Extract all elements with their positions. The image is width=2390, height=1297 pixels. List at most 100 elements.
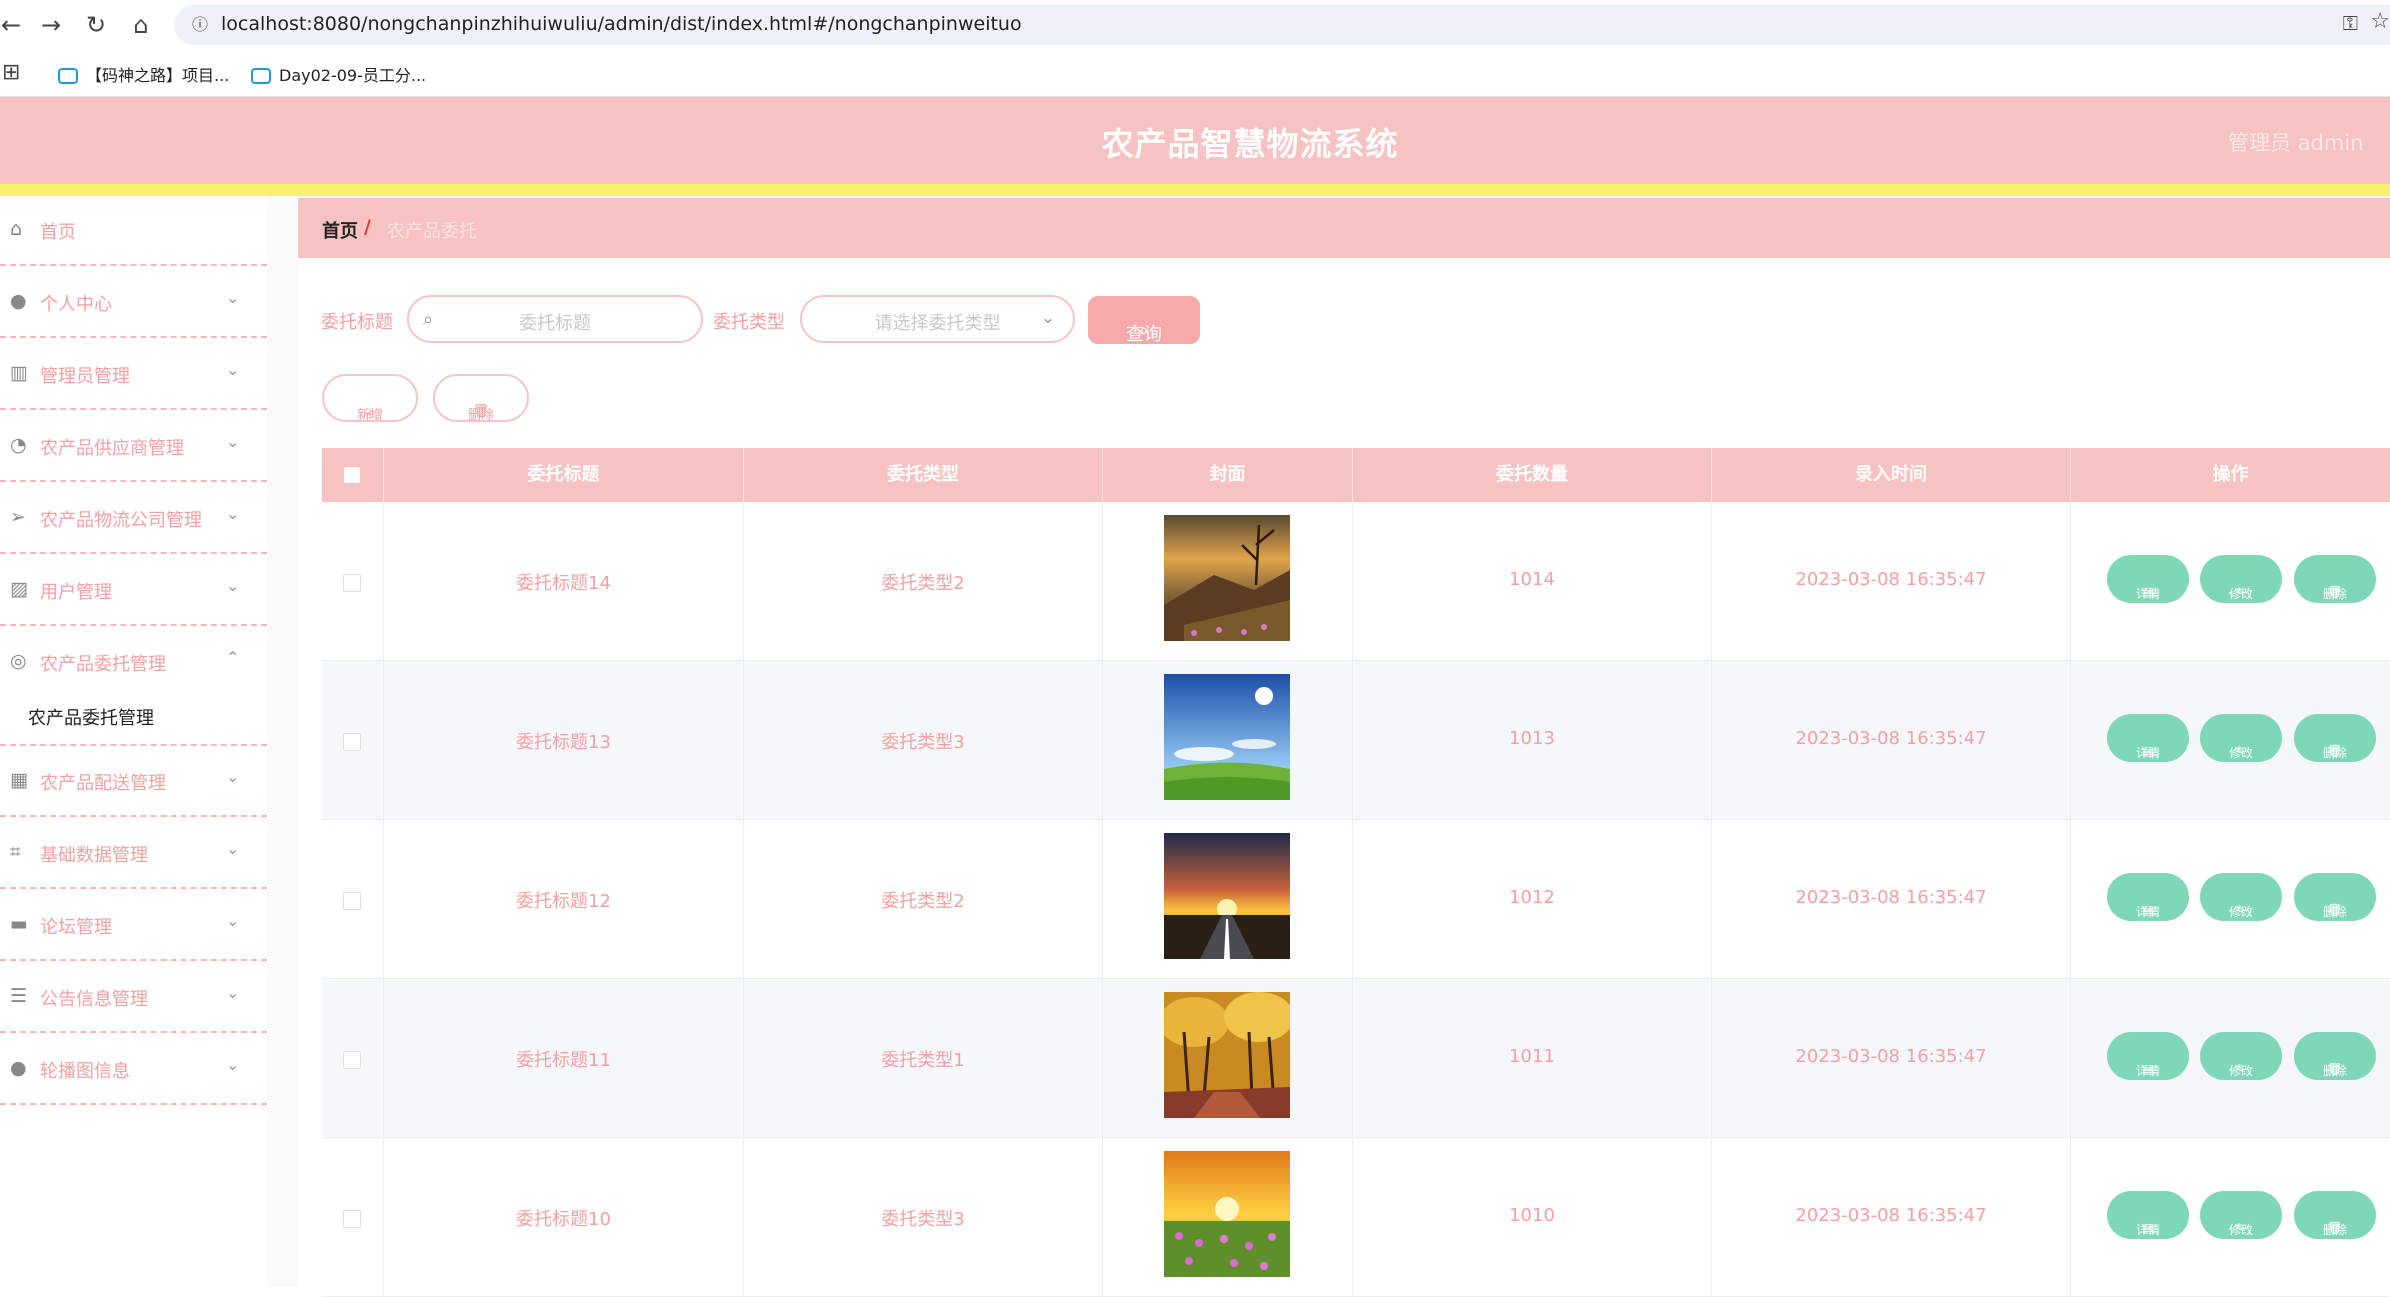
sidebar-item-home[interactable]: ⌂ 首页: [0, 196, 267, 266]
cell-type: 委托类型2: [881, 573, 965, 594]
cell-type: 委托类型1: [881, 1050, 965, 1071]
add-button[interactable]: ＋ 新增: [322, 374, 418, 423]
detail-button[interactable]: ▤ 详情: [2107, 714, 2189, 762]
cell-type: 委托类型3: [881, 1209, 965, 1230]
sidebar-item-base-data[interactable]: ⌗ 基础数据管理 ⌄: [0, 819, 267, 889]
edit-button[interactable]: ✎ 修改: [2200, 1191, 2282, 1239]
row-checkbox[interactable]: [343, 1210, 361, 1228]
column-header[interactable]: 封面: [1103, 448, 1353, 502]
delete-button[interactable]: 🗑 删除: [2294, 873, 2376, 921]
home-icon: ⌂: [10, 218, 23, 240]
cover-thumbnail[interactable]: [1164, 992, 1290, 1118]
type-search-label: 委托类型: [713, 312, 785, 333]
cell-title: 委托标题13: [516, 732, 611, 753]
detail-button[interactable]: ▤ 详情: [2107, 555, 2189, 603]
sidebar-item-forum[interactable]: ▬ 论坛管理 ⌄: [0, 891, 267, 961]
chevron-down-icon: ⌄: [1040, 308, 1055, 328]
bookmark-item[interactable]: Day02-09-员工分...: [251, 62, 426, 86]
cell-title: 委托标题12: [516, 891, 611, 912]
sidebar-menu: ⌂ 首页 ● 个人中心 ⌄ ▥ 管理员管理 ⌄ ◔ 农产品供应商管理 ⌄ ➢ 农…: [0, 196, 267, 1287]
password-key-icon[interactable]: ⚿: [2343, 11, 2358, 35]
row-checkbox[interactable]: [343, 574, 361, 592]
cell-quantity: 1014: [1509, 569, 1555, 590]
column-header[interactable]: 委托标题: [384, 448, 744, 502]
type-select[interactable]: 请选择委托类型 ⌄: [800, 295, 1075, 343]
select-all-checkbox[interactable]: [344, 467, 360, 483]
column-header[interactable]: 委托数量: [1353, 448, 1712, 502]
cell-title: 委托标题11: [516, 1050, 611, 1071]
chart-icon: ▨: [10, 578, 28, 600]
cell-type: 委托类型3: [881, 732, 965, 753]
sidebar-item-logistics-company[interactable]: ➢ 农产品物流公司管理 ⌄: [0, 484, 267, 554]
submenu-entrust-manage[interactable]: 农产品委托管理: [0, 688, 267, 746]
edit-button[interactable]: ✎ 修改: [2200, 714, 2282, 762]
column-header: 操作: [2212, 464, 2249, 485]
chevron-down-icon: ⌄: [226, 839, 240, 858]
table-row: 委托标题14 委托类型2 1014 2023-03-08 16:35:47 ▤: [322, 502, 2390, 661]
delete-button[interactable]: 🗑 删除: [2294, 555, 2376, 603]
column-header[interactable]: 委托类型: [744, 448, 1103, 502]
edit-button[interactable]: ✎ 修改: [2200, 555, 2282, 603]
chevron-down-icon: ⌄: [226, 504, 240, 523]
sidebar-item-admin[interactable]: ▥ 管理员管理 ⌄: [0, 340, 267, 410]
query-button[interactable]: 查询 ⌕: [1088, 296, 1200, 345]
back-icon[interactable]: ←: [0, 8, 28, 42]
bookmark-item[interactable]: 【码神之路】项目...: [58, 62, 229, 86]
apps-grid-icon[interactable]: ⊞: [2, 60, 20, 85]
chevron-down-icon: ⌄: [226, 576, 240, 595]
sidebar-item-notice[interactable]: ☰ 公告信息管理 ⌄: [0, 963, 267, 1033]
select-all-cell: [322, 448, 384, 502]
breadcrumb-home[interactable]: 首页: [322, 217, 358, 243]
table-header: 委托标题 委托类型 封面 委托数量 录入时间 操作: [322, 448, 2390, 502]
cover-thumbnail[interactable]: [1164, 515, 1290, 641]
cover-thumbnail[interactable]: [1164, 1151, 1290, 1277]
detail-button[interactable]: ▤ 详情: [2107, 873, 2189, 921]
url-text[interactable]: localhost:8080/nongchanpinzhihuiwuliu/ad…: [221, 13, 1022, 35]
chevron-down-icon: ⌄: [226, 1055, 240, 1074]
reload-icon[interactable]: ↻: [79, 8, 113, 42]
grid-icon: ▦: [10, 769, 28, 791]
sliders-icon: ☰: [10, 985, 28, 1007]
chevron-down-icon: ⌄: [226, 360, 240, 379]
accent-strip: [0, 184, 2390, 196]
app-header: 农产品智慧物流系统 管理员 admin: [0, 97, 2390, 184]
delete-button[interactable]: 🗑 删除: [2294, 1191, 2376, 1239]
title-search-label: 委托标题: [321, 312, 393, 333]
detail-button[interactable]: ▤ 详情: [2107, 1191, 2189, 1239]
bookmark-star-icon[interactable]: ☆: [2370, 9, 2390, 34]
search-icon: ⌕: [1138, 320, 1150, 341]
sidebar-item-users[interactable]: ▨ 用户管理 ⌄: [0, 556, 267, 626]
user-info[interactable]: 管理员 admin: [2228, 127, 2363, 157]
row-checkbox[interactable]: [343, 892, 361, 910]
cover-thumbnail[interactable]: [1164, 833, 1290, 959]
bilibili-icon: [58, 68, 78, 84]
chevron-down-icon: ⌄: [226, 767, 240, 786]
breadcrumb-separator: /: [364, 216, 371, 238]
bookmarks-bar: ⊞ 【码神之路】项目... Day02-09-员工分...: [0, 50, 2390, 97]
table-row: 委托标题10 委托类型3 1010 2023-03-08 16:35:47 ▤ …: [322, 1138, 2390, 1297]
cell-title: 委托标题10: [516, 1209, 611, 1230]
sidebar-item-personal-center[interactable]: ● 个人中心 ⌄: [0, 268, 267, 338]
sidebar-item-supplier[interactable]: ◔ 农产品供应商管理 ⌄: [0, 412, 267, 482]
url-field[interactable]: ⓘ localhost:8080/nongchanpinzhihuiwuliu/…: [174, 5, 2390, 45]
row-checkbox[interactable]: [343, 1051, 361, 1069]
delete-button[interactable]: 🗑 删除: [2294, 1032, 2376, 1080]
delete-button[interactable]: 🗑 删除: [2294, 714, 2376, 762]
batch-delete-button[interactable]: 🗑 删除: [433, 374, 529, 423]
column-header[interactable]: 录入时间: [1712, 448, 2071, 502]
forward-icon[interactable]: →: [34, 8, 68, 42]
chevron-down-icon: ⌄: [226, 983, 240, 1002]
sidebar-item-carousel[interactable]: ● 轮播图信息 ⌄: [0, 1035, 267, 1105]
cell-title: 委托标题14: [516, 573, 611, 594]
cover-thumbnail[interactable]: [1164, 674, 1290, 800]
briefcase-icon: ▬: [10, 913, 28, 935]
edit-button[interactable]: ✎ 修改: [2200, 873, 2282, 921]
home-browser-icon[interactable]: ⌂: [124, 8, 158, 42]
title-search-input[interactable]: ⌕ 委托标题: [407, 295, 703, 343]
cell-time: 2023-03-08 16:35:47: [1795, 1205, 1987, 1226]
detail-button[interactable]: ▤ 详情: [2107, 1032, 2189, 1080]
row-checkbox[interactable]: [343, 733, 361, 751]
sidebar-item-delivery[interactable]: ▦ 农产品配送管理 ⌄: [0, 747, 267, 817]
site-info-icon[interactable]: ⓘ: [186, 11, 214, 39]
edit-button[interactable]: ✎ 修改: [2200, 1032, 2282, 1080]
